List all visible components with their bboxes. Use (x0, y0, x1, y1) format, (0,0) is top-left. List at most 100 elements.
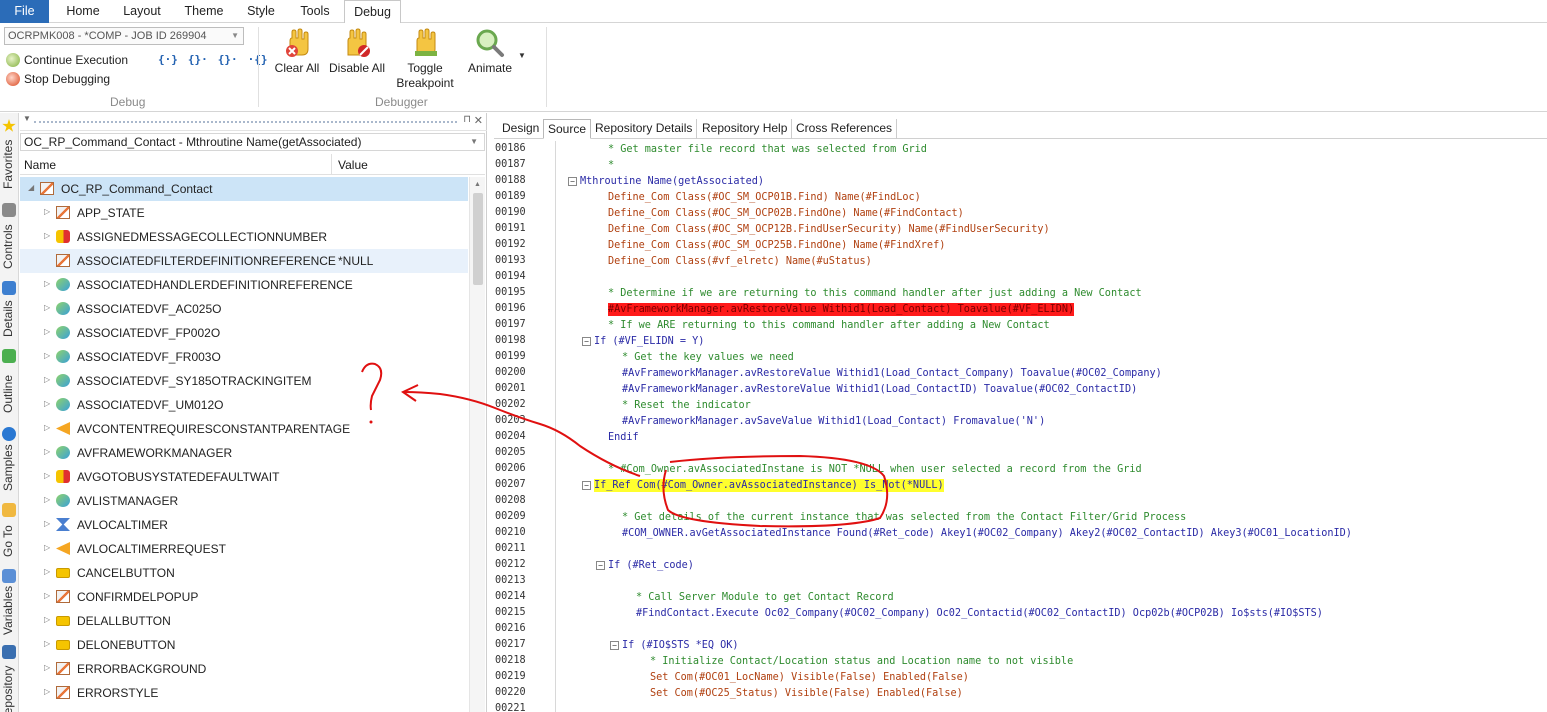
fold-toggle-icon[interactable]: − (582, 337, 591, 346)
line-number[interactable]: 00214 (495, 591, 526, 602)
code-line[interactable]: * #Com_Owner.avAssociatedInstane is NOT … (608, 463, 1142, 476)
current-execution-line[interactable]: If_Ref Com(#Com_Owner.avAssociatedInstan… (594, 479, 944, 492)
code-line[interactable]: Set Com(#OC01_LocName) Visible(False) En… (650, 671, 969, 684)
tree-row[interactable]: ▷ ASSIGNEDMESSAGECOLLECTIONNUMBER (20, 225, 468, 249)
code-line[interactable]: Define_Com Class(#OC_SM_OCP25B.FindOne) … (608, 239, 945, 252)
fold-toggle-icon[interactable]: − (568, 177, 577, 186)
routine-select[interactable]: OC_RP_Command_Contact - Mthroutine Name(… (20, 133, 485, 151)
job-select[interactable]: OCRPMK008 - *COMP - JOB ID 269904 ▼ (4, 27, 244, 45)
source-editor[interactable]: 00186 00187 00188 00189 00190 00191 00192 00193… (494, 141, 1547, 712)
expand-arrow-icon[interactable]: ▷ (44, 303, 50, 312)
tab-repository-details[interactable]: Repository Details (591, 119, 698, 139)
tree-row[interactable]: ▷ ASSOCIATEDVF_FP002O (20, 321, 468, 345)
expand-arrow-icon[interactable]: ▷ (44, 543, 50, 552)
expand-arrow-icon[interactable]: ▷ (44, 447, 50, 456)
collapse-arrow-icon[interactable]: ◢ (28, 183, 34, 192)
column-value-header[interactable]: Value (338, 158, 368, 172)
side-tab-controls[interactable]: Controls (0, 201, 19, 271)
tab-tools[interactable]: Tools (294, 0, 336, 23)
tree-row[interactable]: ▷ AVLOCALTIMER (20, 513, 468, 537)
code-line[interactable]: * Initialize Contact/Location status and… (650, 655, 1073, 668)
expand-arrow-icon[interactable]: ▷ (44, 495, 50, 504)
expand-arrow-icon[interactable]: ▷ (44, 591, 50, 600)
code-line[interactable]: #FindContact.Execute Oc02_Company(#OC02_… (636, 607, 1323, 620)
close-icon[interactable]: ✕ (474, 114, 483, 127)
code-line[interactable]: #AvFrameworkManager.avRestoreValue Withi… (622, 383, 1137, 396)
expand-arrow-icon[interactable]: ▷ (44, 567, 50, 576)
expand-arrow-icon[interactable]: ▷ (44, 351, 50, 360)
column-name-header[interactable]: Name (24, 158, 56, 172)
expand-arrow-icon[interactable]: ▷ (44, 231, 50, 240)
line-number[interactable]: 00200 (495, 367, 526, 378)
tree-row[interactable]: ▷ ASSOCIATEDVF_AC025O (20, 297, 468, 321)
animate-button[interactable]: Animate (464, 27, 516, 76)
line-number[interactable]: 00213 (495, 575, 526, 586)
expand-arrow-icon[interactable]: ▷ (44, 519, 50, 528)
line-number[interactable]: 00191 (495, 223, 526, 234)
drag-handle[interactable] (34, 121, 457, 123)
tree-row[interactable]: ▷ AVFRAMEWORKMANAGER (20, 441, 468, 465)
code-line[interactable]: * Get master file record that was select… (608, 143, 927, 156)
expand-arrow-icon[interactable]: ▷ (44, 471, 50, 480)
tab-file[interactable]: File (0, 0, 49, 23)
line-number[interactable]: 00204 (495, 431, 526, 442)
tree-row[interactable]: ▷ AVCONTENTREQUIRESCONSTANTPARENTAGE (20, 417, 468, 441)
line-number[interactable]: 00212 (495, 559, 526, 570)
line-number[interactable]: 00210 (495, 527, 526, 538)
tab-debug[interactable]: Debug (344, 0, 401, 24)
scroll-up-icon[interactable]: ▲ (474, 181, 481, 188)
tree-row[interactable]: ▷ ASSOCIATEDVF_FR003O (20, 345, 468, 369)
expand-arrow-icon[interactable]: ▷ (44, 663, 50, 672)
code-line[interactable]: Define_Com Class(#vf_elretc) Name(#uStat… (608, 255, 872, 268)
expand-arrow-icon[interactable]: ▷ (44, 399, 50, 408)
code-line[interactable]: If (#IO$STS *EQ OK) (622, 639, 739, 652)
code-line[interactable]: Define_Com Class(#OC_SM_OCP01B.Find) Nam… (608, 191, 921, 204)
tab-source[interactable]: Source (543, 119, 592, 139)
clear-all-button[interactable]: Clear All (272, 27, 322, 76)
code-line[interactable]: Define_Com Class(#OC_SM_OCP12B.FindUserS… (608, 223, 1050, 236)
tab-repository-help[interactable]: Repository Help (698, 119, 793, 139)
side-tab-variables[interactable]: Variables (0, 567, 19, 637)
expand-arrow-icon[interactable]: ▷ (44, 423, 50, 432)
line-number[interactable]: 00219 (495, 671, 526, 682)
tree-row[interactable]: ▷ ASSOCIATEDVF_UM012O (20, 393, 468, 417)
line-number[interactable]: 00186 (495, 143, 526, 154)
continue-execution-button[interactable]: Continue Execution (6, 51, 128, 69)
disable-all-button[interactable]: Disable All (326, 27, 388, 76)
tree-row[interactable]: ASSOCIATEDFILTERDEFINITIONREFERENCE *NULL (20, 249, 468, 273)
code-line[interactable]: * Call Server Module to get Contact Reco… (636, 591, 894, 604)
tree-row[interactable]: ▷ CANCELBUTTON (20, 561, 468, 585)
tree-row[interactable]: ◢ OC_RP_Command_Contact (20, 177, 468, 201)
column-divider[interactable] (331, 154, 332, 175)
code-line[interactable]: * If we ARE returning to this command ha… (608, 319, 1050, 332)
line-number[interactable]: 00193 (495, 255, 526, 266)
line-number[interactable]: 00195 (495, 287, 526, 298)
line-number[interactable]: 00188 (495, 175, 526, 186)
line-number[interactable]: 00196 (495, 303, 526, 314)
line-number[interactable]: 00208 (495, 495, 526, 506)
code-line[interactable]: #AvFrameworkManager.avSaveValue Withid1(… (622, 415, 1045, 428)
line-number[interactable]: 00218 (495, 655, 526, 666)
tree-row[interactable]: ▷ DELALLBUTTON (20, 609, 468, 633)
code-line[interactable]: Define_Com Class(#OC_SM_OCP02B.FindOne) … (608, 207, 964, 220)
line-number[interactable]: 00206 (495, 463, 526, 474)
side-tab-repository[interactable]: Repository (0, 643, 19, 712)
tab-design[interactable]: Design (498, 119, 545, 139)
side-tab-goto[interactable]: Go To (0, 501, 19, 561)
line-number[interactable]: 00221 (495, 703, 526, 712)
line-number[interactable]: 00198 (495, 335, 526, 346)
step-over-icon[interactable]: {}· (188, 53, 208, 66)
stop-debugging-button[interactable]: Stop Debugging (6, 70, 110, 88)
side-tab-details[interactable]: Details (0, 279, 19, 339)
tree-row[interactable]: ▷ ERRORBACKGROUND (20, 657, 468, 681)
code-line[interactable]: If (#Ret_code) (608, 559, 694, 572)
line-number[interactable]: 00199 (495, 351, 526, 362)
line-number[interactable]: 00190 (495, 207, 526, 218)
step-into-icon[interactable]: {·} (158, 53, 178, 66)
panel-menu-icon[interactable]: ▼ (23, 114, 31, 123)
code-line[interactable]: * Get details of the current instance th… (622, 511, 1186, 524)
step-out-icon[interactable]: {}· (218, 53, 238, 66)
line-number[interactable]: 00209 (495, 511, 526, 522)
code-line[interactable]: * Get the key values we need (622, 351, 794, 364)
fold-toggle-icon[interactable]: − (582, 481, 591, 490)
